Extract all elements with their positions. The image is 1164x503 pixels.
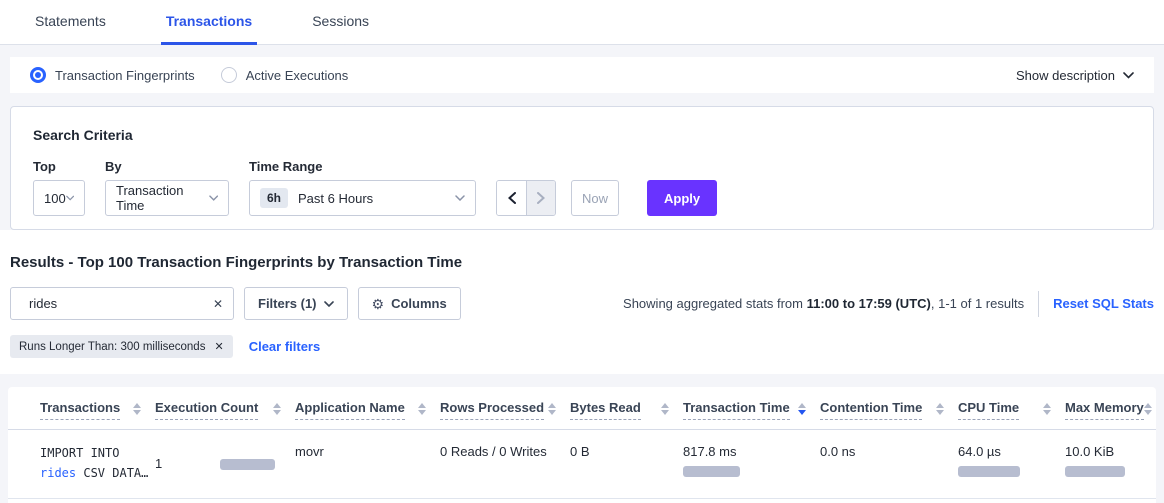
top-select-value: 100 bbox=[44, 191, 66, 206]
max-memory-bar bbox=[1065, 466, 1125, 477]
next-time-window-button[interactable] bbox=[526, 181, 555, 215]
chevron-down-icon bbox=[66, 195, 74, 201]
filter-chip-runs-longer-than: Runs Longer Than: 300 milliseconds ✕ bbox=[10, 335, 233, 358]
clear-search-icon[interactable]: ✕ bbox=[213, 297, 223, 311]
transaction-fingerprint-link[interactable]: IMPORT INTO rides CSV DATA… bbox=[40, 444, 155, 484]
execution-count-bar bbox=[220, 459, 275, 470]
cpu-time-bar bbox=[958, 466, 1020, 477]
radio-transaction-fingerprints-label: Transaction Fingerprints bbox=[55, 68, 195, 83]
execution-count-cell: 1 bbox=[155, 444, 295, 484]
sort-desc-icon[interactable] bbox=[798, 403, 806, 415]
columns-button[interactable]: ⚙ Columns bbox=[358, 287, 461, 320]
divider bbox=[1038, 291, 1039, 317]
results-section: Results - Top 100 Transaction Fingerprin… bbox=[0, 230, 1164, 374]
column-header-rows-processed[interactable]: Rows Processed bbox=[440, 400, 570, 420]
top-label: Top bbox=[33, 159, 85, 174]
sort-icon[interactable] bbox=[1043, 403, 1051, 415]
sort-icon[interactable] bbox=[1144, 403, 1152, 415]
contention-time-cell: 0.0 ns bbox=[820, 444, 958, 484]
time-range-badge: 6h bbox=[260, 188, 288, 208]
column-header-execution-count[interactable]: Execution Count bbox=[155, 400, 295, 420]
filter-chip-label: Runs Longer Than: 300 milliseconds bbox=[19, 341, 205, 353]
previous-time-window-button[interactable] bbox=[497, 181, 526, 215]
table-row: IMPORT INTO rides CSV DATA… 1 movr 0 Rea… bbox=[8, 430, 1156, 499]
column-header-bytes-read[interactable]: Bytes Read bbox=[570, 400, 683, 420]
show-description-toggle[interactable]: Show description bbox=[1016, 68, 1134, 83]
chevron-right-icon bbox=[537, 192, 545, 204]
results-heading: Results - Top 100 Transaction Fingerprin… bbox=[10, 254, 1154, 271]
now-button[interactable]: Now bbox=[571, 180, 619, 216]
transaction-time-bar bbox=[683, 466, 740, 477]
results-table-area: Transactions Execution Count Application… bbox=[0, 374, 1164, 503]
column-header-cpu-time[interactable]: CPU Time bbox=[958, 400, 1065, 420]
column-header-contention-time[interactable]: Contention Time bbox=[820, 400, 958, 420]
sort-icon[interactable] bbox=[661, 403, 669, 415]
chevron-down-icon bbox=[1123, 72, 1134, 79]
by-select[interactable]: Transaction Time bbox=[105, 180, 229, 216]
stats-time-range: 11:00 to 17:59 (UTC) bbox=[807, 296, 931, 311]
time-range-value: Past 6 Hours bbox=[298, 191, 373, 206]
clear-filters-link[interactable]: Clear filters bbox=[249, 339, 321, 354]
column-header-max-memory[interactable]: Max Memory bbox=[1065, 400, 1164, 420]
chevron-left-icon bbox=[508, 192, 516, 204]
table-header-row: Transactions Execution Count Application… bbox=[8, 387, 1156, 430]
search-criteria-title: Search Criteria bbox=[33, 127, 1131, 143]
radio-unselected-icon bbox=[221, 67, 237, 83]
radio-active-executions[interactable]: Active Executions bbox=[221, 67, 349, 83]
by-select-value: Transaction Time bbox=[116, 183, 209, 213]
radio-active-executions-label: Active Executions bbox=[246, 68, 349, 83]
sort-icon[interactable] bbox=[133, 403, 141, 415]
cpu-time-cell: 64.0 µs bbox=[958, 444, 1065, 484]
application-name-cell: movr bbox=[295, 444, 440, 484]
aggregated-stats-text: Showing aggregated stats from 11:00 to 1… bbox=[623, 296, 1024, 311]
column-header-application-name[interactable]: Application Name bbox=[295, 400, 440, 420]
filters-button-label: Filters (1) bbox=[258, 296, 317, 311]
time-range-label: Time Range bbox=[249, 159, 476, 174]
top-tab-bar: Statements Transactions Sessions bbox=[0, 0, 1164, 45]
radio-selected-icon bbox=[30, 67, 46, 83]
top-select[interactable]: 100 bbox=[33, 180, 85, 216]
sort-icon[interactable] bbox=[548, 403, 556, 415]
gear-icon: ⚙ bbox=[372, 297, 385, 311]
tab-statements[interactable]: Statements bbox=[30, 0, 111, 45]
search-criteria-panel: Search Criteria Top 100 By Transaction T… bbox=[10, 106, 1154, 230]
tab-sessions[interactable]: Sessions bbox=[307, 0, 374, 45]
bytes-read-cell: 0 B bbox=[570, 444, 683, 484]
chevron-down-icon bbox=[324, 301, 334, 307]
chevron-down-icon bbox=[455, 195, 465, 201]
results-search-box: ✕ bbox=[10, 287, 234, 320]
remove-filter-icon[interactable]: ✕ bbox=[214, 340, 223, 353]
rows-processed-cell: 0 Reads / 0 Writes bbox=[440, 444, 570, 484]
table-name-text: rides bbox=[40, 466, 76, 480]
time-range-select[interactable]: 6h Past 6 Hours bbox=[249, 180, 476, 216]
sort-icon[interactable] bbox=[936, 403, 944, 415]
chevron-down-icon bbox=[209, 195, 218, 201]
results-table: Transactions Execution Count Application… bbox=[8, 387, 1156, 503]
by-label: By bbox=[105, 159, 229, 174]
radio-transaction-fingerprints[interactable]: Transaction Fingerprints bbox=[30, 67, 195, 83]
column-header-transactions[interactable]: Transactions bbox=[40, 400, 155, 420]
sort-icon[interactable] bbox=[418, 403, 426, 415]
column-header-transaction-time[interactable]: Transaction Time bbox=[683, 400, 820, 420]
show-description-label: Show description bbox=[1016, 68, 1115, 83]
transaction-time-cell: 817.8 ms bbox=[683, 444, 820, 484]
apply-button[interactable]: Apply bbox=[647, 180, 717, 216]
max-memory-cell: 10.0 KiB bbox=[1065, 444, 1156, 484]
reset-sql-stats-link[interactable]: Reset SQL Stats bbox=[1053, 296, 1154, 311]
search-input[interactable] bbox=[29, 296, 205, 311]
columns-button-label: Columns bbox=[391, 296, 447, 311]
time-window-pager bbox=[496, 180, 556, 216]
tab-transactions[interactable]: Transactions bbox=[161, 0, 257, 45]
view-toggle-bar: Transaction Fingerprints Active Executio… bbox=[10, 57, 1154, 93]
sort-icon[interactable] bbox=[273, 403, 281, 415]
filters-button[interactable]: Filters (1) bbox=[244, 287, 348, 320]
